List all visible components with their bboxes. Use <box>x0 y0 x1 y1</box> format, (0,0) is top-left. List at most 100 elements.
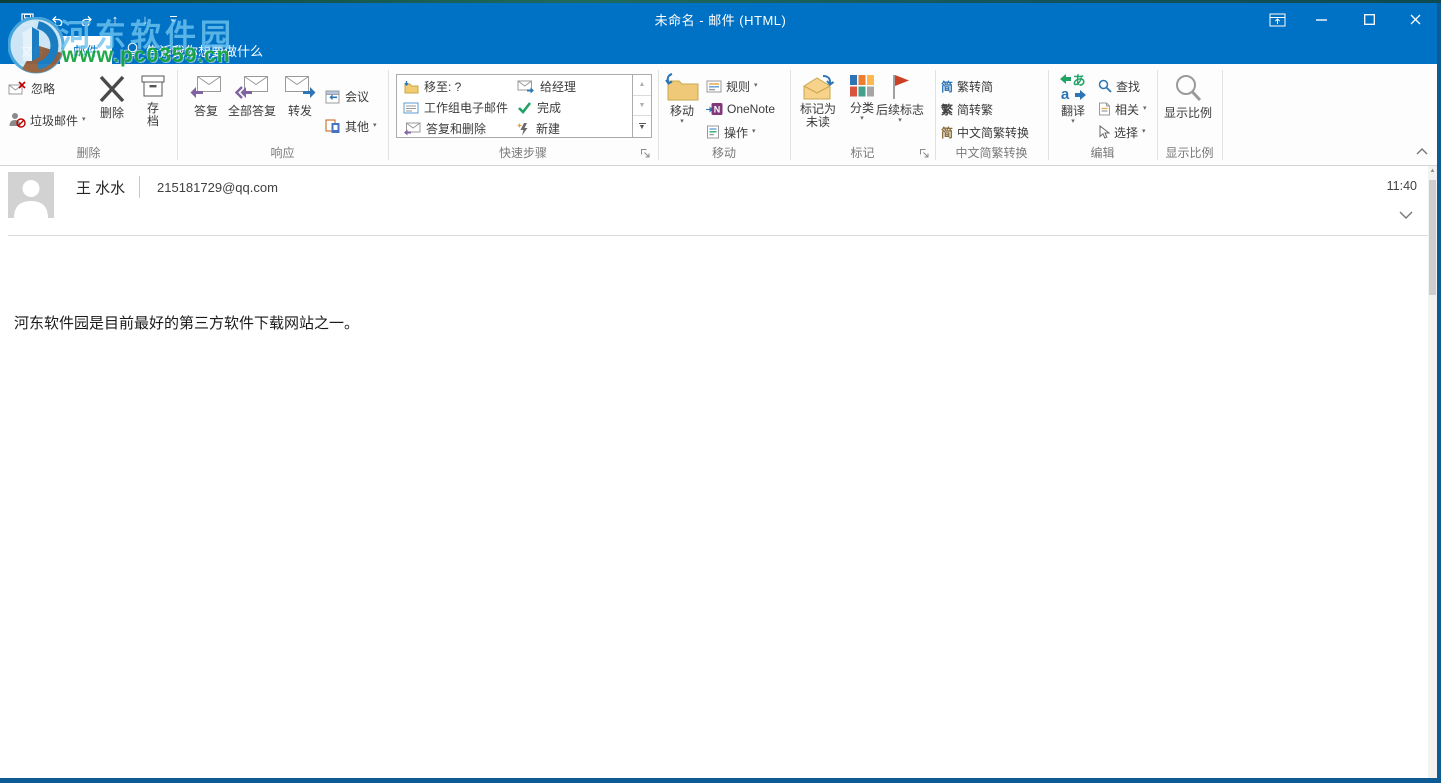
traditional-to-simplified-button[interactable]: 简 繁转简 <box>941 76 993 96</box>
ribbon: 忽略 垃圾邮件 ▾ 删除 存档 删除 答复 全部答复 转发 <box>0 64 1437 166</box>
mark-unread-label: 标记为未读 <box>795 103 841 129</box>
minimize-button[interactable] <box>1299 3 1344 36</box>
meeting-button[interactable]: 会议 <box>325 86 369 106</box>
scroll-up-button[interactable]: ▲ <box>633 75 651 96</box>
dialog-launcher-icon <box>919 148 930 159</box>
archive-label: 存档 <box>145 102 161 128</box>
sender-avatar[interactable] <box>8 172 54 218</box>
group-label-chinese-conversion: 中文简繁转换 <box>935 146 1048 160</box>
window-right-border <box>1437 3 1441 783</box>
svg-text:あ: あ <box>1072 73 1085 88</box>
convert-chinese-button[interactable]: 简 中文简繁转换 <box>941 122 1029 142</box>
actions-button[interactable]: 操作 ▾ <box>706 122 756 142</box>
dropdown-caret-icon: ▾ <box>752 128 756 136</box>
archive-button[interactable]: 存档 <box>134 69 172 128</box>
ignore-label: 忽略 <box>31 80 55 97</box>
header-separator <box>8 235 1428 236</box>
simplified-to-traditional-button[interactable]: 繁 简转繁 <box>941 99 993 119</box>
traditional-char-icon: 繁 <box>941 101 953 118</box>
minimize-icon <box>1316 19 1327 21</box>
rules-icon <box>706 80 722 93</box>
dialog-launcher-icon <box>640 148 651 159</box>
quickstep-done[interactable]: 完成 <box>517 97 561 118</box>
quickstep-create-new[interactable]: 新建 <box>517 118 560 139</box>
dropdown-caret-icon: ▾ <box>373 122 377 130</box>
translate-button[interactable]: あa 翻译 ▾ <box>1054 69 1092 126</box>
translate-icon: あa <box>1057 73 1089 101</box>
quickstep-reply-delete[interactable]: 答复和删除 <box>403 118 486 139</box>
related-document-icon <box>1098 102 1111 116</box>
reply-label: 答复 <box>194 104 218 118</box>
forward-icon <box>284 75 316 101</box>
reply-all-button[interactable]: 全部答复 <box>224 69 280 118</box>
onenote-icon: N <box>706 102 723 116</box>
quickstep-label: 工作组电子邮件 <box>424 99 508 116</box>
scroll-down-button[interactable]: ▼ <box>633 96 651 117</box>
message-body[interactable]: 河东软件园是目前最好的第三方软件下载网站之一。 <box>0 237 1429 778</box>
quick-steps-gallery: 移至: ? 工作组电子邮件 答复和删除 给经理 完成 新建 <box>396 74 652 138</box>
zoom-button[interactable]: 显示比例 <box>1160 69 1216 120</box>
collapse-ribbon-button[interactable] <box>1416 148 1432 160</box>
sender-name[interactable]: 王 水水 <box>76 177 125 198</box>
more-respond-button[interactable]: 其他 ▾ <box>325 116 377 136</box>
simplified-char-icon: 简 <box>941 78 953 95</box>
mark-unread-button[interactable]: 标记为未读 <box>794 69 842 129</box>
maximize-button[interactable] <box>1347 3 1392 36</box>
tags-dialog-launcher[interactable] <box>919 148 931 160</box>
message-header: 王 水水 215181729@qq.com 11:40 <box>0 166 1429 236</box>
actions-label: 操作 <box>724 124 748 141</box>
move-folder-icon <box>664 73 700 101</box>
quick-steps-more-button[interactable]: ▼ <box>633 116 651 137</box>
window-top-border <box>0 0 1441 3</box>
reply-delete-icon <box>403 122 421 136</box>
tell-me-box[interactable]: 告诉我你想要做什么 <box>126 36 263 64</box>
onenote-button[interactable]: N OneNote <box>706 99 775 119</box>
close-button[interactable] <box>1393 3 1438 36</box>
folder-move-icon <box>403 80 419 94</box>
delete-button[interactable]: 删除 <box>92 69 132 120</box>
expand-header-button[interactable] <box>1399 211 1415 221</box>
maximize-icon <box>1364 14 1375 25</box>
ignore-button[interactable]: 忽略 <box>8 78 55 98</box>
rules-label: 规则 <box>726 78 750 95</box>
quickstep-to-manager[interactable]: 给经理 <box>517 76 576 97</box>
group-label-tags: 标记 <box>790 146 935 160</box>
quickstep-label: 给经理 <box>540 78 576 95</box>
categorize-label: 分类 <box>850 101 874 115</box>
rules-button[interactable]: 规则 ▾ <box>706 76 758 96</box>
junk-button[interactable]: 垃圾邮件 ▾ <box>8 110 86 130</box>
dropdown-caret-icon: ▾ <box>1143 105 1147 113</box>
dropdown-caret-icon: ▾ <box>1142 128 1146 136</box>
zoom-magnifier-icon <box>1173 73 1203 103</box>
reply-button[interactable]: 答复 <box>187 69 225 118</box>
forward-button[interactable]: 转发 <box>281 69 319 118</box>
delete-label: 删除 <box>100 106 124 120</box>
team-email-icon <box>403 102 419 114</box>
ribbon-display-options-button[interactable] <box>1255 3 1300 36</box>
junk-label: 垃圾邮件 <box>30 112 78 129</box>
find-button[interactable]: 查找 <box>1098 76 1140 96</box>
group-label-zoom: 显示比例 <box>1157 146 1222 160</box>
quickstep-move-to[interactable]: 移至: ? <box>403 76 461 97</box>
tab-file[interactable]: 文件 <box>8 36 58 64</box>
dropdown-caret-icon: ▾ <box>898 117 902 125</box>
message-body-text: 河东软件园是目前最好的第三方软件下载网站之一。 <box>14 312 359 333</box>
quickstep-team-email[interactable]: 工作组电子邮件 <box>403 97 508 118</box>
received-time: 11:40 <box>1387 179 1417 193</box>
svg-text:a: a <box>1061 86 1070 101</box>
more-respond-label: 其他 <box>345 118 369 135</box>
quickstep-label: 答复和删除 <box>426 120 486 137</box>
related-button[interactable]: 相关 ▾ <box>1098 99 1147 119</box>
scrollbar-up-icon[interactable]: ▲ <box>1428 166 1437 176</box>
window-bottom-border <box>0 778 1441 783</box>
quick-steps-dialog-launcher[interactable] <box>640 148 652 160</box>
meeting-label: 会议 <box>345 88 369 105</box>
sender-email[interactable]: 215181729@qq.com <box>157 180 278 195</box>
follow-up-button[interactable]: 后续标志 ▾ <box>873 69 927 125</box>
forward-label: 转发 <box>288 104 312 118</box>
move-button[interactable]: 移动 ▾ <box>662 69 702 126</box>
tab-message[interactable]: 邮件 <box>60 36 112 64</box>
select-button[interactable]: 选择 ▾ <box>1098 122 1146 142</box>
to-manager-icon <box>517 80 535 94</box>
scrollbar-thumb[interactable] <box>1429 180 1436 295</box>
